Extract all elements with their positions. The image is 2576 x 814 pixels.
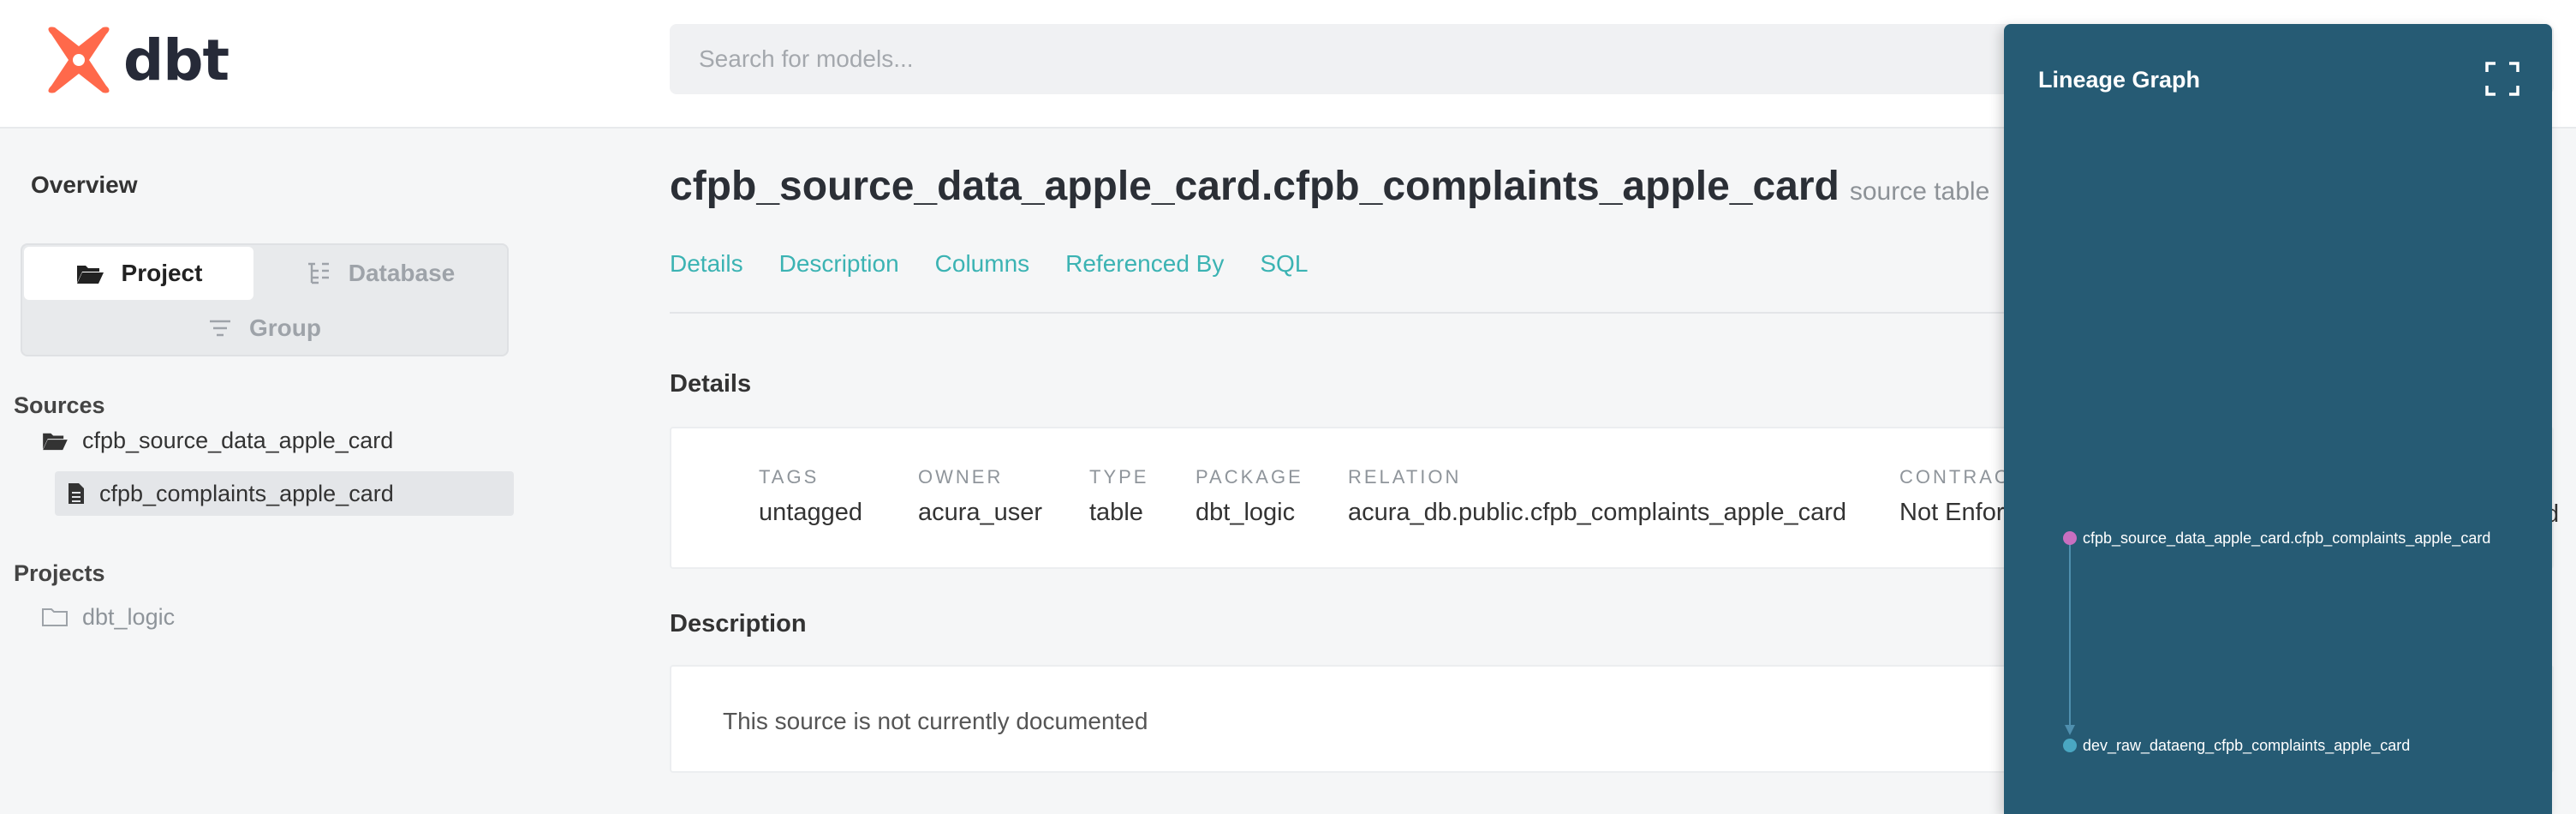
dbt-logo-icon (48, 27, 110, 93)
lineage-node-source-label[interactable]: cfpb_source_data_apple_card.cfpb_complai… (2083, 530, 2490, 548)
folder-open-icon (41, 430, 69, 451)
lineage-node-source-dot[interactable] (2063, 531, 2077, 545)
database-tab-button[interactable]: Database (255, 247, 505, 300)
folder-open-icon (75, 262, 104, 284)
lineage-graph-title: Lineage Graph (2038, 67, 2201, 93)
document-icon (67, 482, 86, 506)
detail-value: acura_user (918, 499, 1043, 526)
detail-value: acura_db.public.cfpb_complaints_apple_ca… (1348, 499, 1846, 526)
logo-text: dbt (123, 27, 230, 93)
lineage-graph-canvas[interactable]: cfpb_source_data_apple_card.cfpb_complai… (2004, 24, 2552, 814)
edge-arrow-icon (2065, 725, 2075, 735)
lineage-graph-panel: cfpb_source_data_apple_card.cfpb_complai… (2004, 24, 2552, 814)
view-toggle: Project Database Group (21, 243, 509, 356)
detail-type: TYPE table (1089, 466, 1148, 527)
detail-key: TAGS (759, 466, 820, 488)
detail-relation: RELATION acura_db.public.cfpb_complaints… (1348, 466, 1846, 527)
project-tab-label: Project (121, 260, 203, 286)
sidebar: Overview Project Database Group Sources … (0, 130, 548, 814)
source-folder-label: cfpb_source_data_apple_card (82, 427, 394, 453)
filter-lines-icon (208, 318, 232, 338)
detail-owner: OWNER acura_user (918, 466, 1042, 527)
dbt-logo[interactable]: dbt (45, 26, 230, 94)
section-tabs: Details Description Columns Referenced B… (670, 250, 1344, 278)
detail-value: table (1089, 499, 1143, 526)
group-tab-button[interactable]: Group (24, 302, 505, 355)
sources-heading: Sources (14, 392, 105, 418)
page-header: cfpb_source_data_apple_card.cfpb_complai… (670, 163, 1989, 210)
expand-icon[interactable] (2484, 60, 2521, 98)
resource-type-label: source table (1849, 177, 1990, 206)
details-heading: Details (670, 370, 752, 398)
project-tab-button[interactable]: Project (24, 247, 253, 300)
page-title: cfpb_source_data_apple_card.cfpb_complai… (670, 164, 1840, 209)
source-table-label: cfpb_complaints_apple_card (99, 480, 394, 506)
tree-structure-icon (306, 260, 331, 286)
detail-value: dbt_logic (1196, 499, 1296, 526)
group-tab-label: Group (249, 314, 321, 341)
detail-key: TYPE (1089, 466, 1149, 488)
lineage-node-model-label[interactable]: dev_raw_dataeng_cfpb_complaints_apple_ca… (2083, 737, 2410, 755)
tab-details[interactable]: Details (670, 250, 743, 278)
description-text: This source is not currently documented (723, 708, 1148, 734)
folder-icon (41, 607, 69, 627)
detail-key: OWNER (918, 466, 1004, 488)
tab-description[interactable]: Description (779, 250, 899, 278)
description-heading: Description (670, 610, 807, 637)
tab-referenced-by[interactable]: Referenced By (1065, 250, 1224, 278)
detail-key: PACKAGE (1196, 466, 1303, 488)
lineage-node-model-dot[interactable] (2063, 739, 2077, 752)
detail-key: RELATION (1348, 466, 1462, 488)
source-folder-item[interactable]: cfpb_source_data_apple_card (41, 422, 393, 459)
project-item-label: dbt_logic (82, 603, 176, 630)
detail-value: untagged (759, 499, 862, 526)
source-table-item[interactable]: cfpb_complaints_apple_card (55, 471, 514, 516)
tab-sql[interactable]: SQL (1260, 250, 1308, 278)
project-item[interactable]: dbt_logic (41, 598, 175, 636)
projects-heading: Projects (14, 560, 105, 586)
tab-columns[interactable]: Columns (935, 250, 1029, 278)
detail-tags: TAGS untagged (759, 466, 862, 527)
database-tab-label: Database (348, 260, 456, 286)
detail-package: PACKAGE dbt_logic (1196, 466, 1303, 527)
overview-link[interactable]: Overview (31, 171, 138, 199)
